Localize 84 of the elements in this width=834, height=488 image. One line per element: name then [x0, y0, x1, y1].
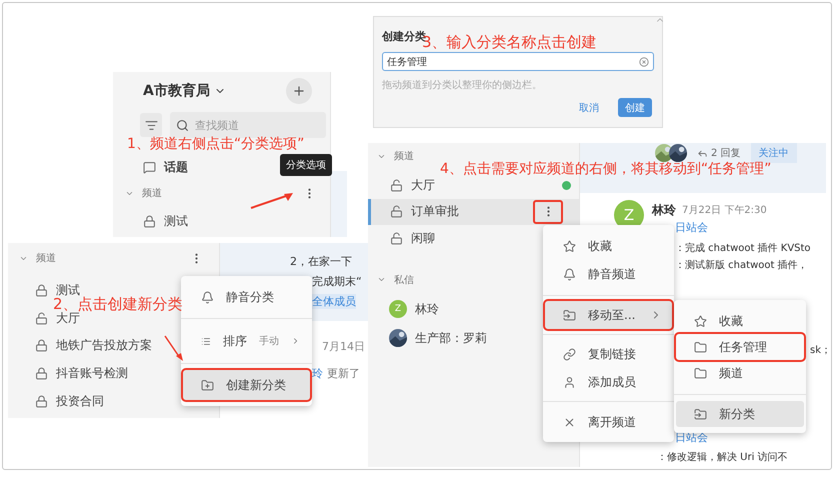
direct-message-item[interactable]: 生产部：罗莉	[415, 330, 487, 346]
star-icon	[694, 314, 707, 328]
menu-item[interactable]: 任务管理	[676, 334, 804, 360]
channel-item[interactable]: 闲聊	[411, 230, 435, 247]
search-icon	[176, 118, 189, 132]
menu-item[interactable]: 复制链接	[545, 340, 672, 368]
pointer-line	[163, 334, 185, 362]
link-icon	[563, 348, 576, 360]
plus-icon	[292, 84, 306, 98]
menu-item[interactable]: 移动至...	[545, 301, 672, 329]
menu-item[interactable]: 排序 手动	[183, 326, 310, 356]
unlocked-lock-icon	[390, 178, 403, 192]
message-text: 全体成员	[312, 294, 356, 309]
direct-message-item[interactable]: 林玲	[415, 300, 439, 318]
user-link[interactable]: 玲	[312, 366, 323, 381]
menu-item[interactable]: 收藏	[676, 308, 804, 334]
message-text: ：完成 chatwoot 插件 KVSto	[675, 242, 811, 255]
filter-icon	[144, 118, 158, 132]
unlocked-lock-icon	[390, 232, 403, 245]
channel-item[interactable]: 投资合同	[56, 392, 104, 410]
folder-arrow-icon	[563, 308, 576, 322]
message-author: 林玲	[652, 202, 676, 218]
bell-icon	[563, 268, 576, 280]
message-text: ：测试新版 chatwoot 插件，	[675, 258, 808, 272]
menu-item[interactable]: 频道	[676, 360, 804, 386]
channel-item[interactable]: 地铁广告投放方案	[56, 337, 152, 354]
workspace-title[interactable]: A市教育局	[143, 82, 210, 100]
menu-item[interactable]: 添加成员	[545, 368, 672, 396]
unlocked-lock-icon	[390, 205, 403, 218]
bell-icon	[201, 290, 214, 304]
input-field[interactable]: 任务管理	[382, 52, 654, 71]
unlocked-lock-icon	[35, 312, 48, 325]
lock-icon	[35, 339, 48, 352]
menu-item[interactable]: 离开频道	[545, 408, 672, 436]
reply-count[interactable]: 2 回复	[697, 146, 741, 160]
menu-item[interactable]: 创建新分类	[183, 370, 310, 400]
avatar: Z	[389, 300, 407, 318]
menu-item[interactable]: 收藏	[545, 232, 672, 260]
message-text: sk；	[810, 344, 832, 357]
section-header[interactable]: 私信	[394, 272, 414, 286]
folder-arrow-icon	[694, 408, 707, 420]
channel-item[interactable]: 大厅	[411, 176, 435, 194]
channel-item[interactable]: 抖音账号检测	[56, 365, 128, 382]
user-icon	[563, 376, 576, 388]
menu-item[interactable]: 静音频道	[545, 260, 672, 288]
section-header[interactable]: 频道	[36, 251, 56, 265]
menu-value: 手动	[258, 334, 279, 348]
annotation: 4、点击需要对应频道的右侧，将其移动到“任务管理”	[440, 161, 772, 178]
activity-text: 更新了	[327, 366, 360, 381]
section-header[interactable]: 频道	[142, 186, 162, 200]
folder-plus-icon	[201, 378, 214, 392]
tooltip: 分类选项	[280, 154, 332, 176]
topics-item[interactable]: 话题	[164, 158, 188, 176]
message-text: 完成期末“	[312, 274, 362, 289]
chevron-down-icon	[377, 275, 386, 284]
channel-item[interactable]: 测试	[164, 212, 188, 230]
message-text: 2，在家一下	[290, 254, 352, 269]
message-text: ：修改逻辑，解决 Uri 访问不	[657, 450, 788, 464]
arrow-icon	[249, 190, 295, 210]
folder-icon	[694, 340, 707, 354]
lock-icon	[35, 284, 48, 298]
close-icon	[563, 416, 576, 428]
add-button[interactable]	[286, 78, 312, 104]
cancel-button[interactable]: 取消	[572, 98, 606, 117]
lock-icon	[35, 394, 48, 408]
channel-link[interactable]: 日站会	[675, 220, 708, 235]
message-icon	[143, 160, 156, 174]
menu-item[interactable]: 新分类	[676, 401, 804, 427]
hint-text: 拖动频道到分类以整理你的侧边栏。	[382, 78, 543, 92]
message-time: 7月22日 下午2:30	[682, 204, 767, 217]
more-button[interactable]	[533, 200, 563, 224]
reply-icon	[697, 148, 708, 158]
lock-icon	[35, 367, 48, 380]
selected-channel-row[interactable]: 订单审批	[368, 198, 579, 225]
star-icon	[563, 240, 576, 252]
clear-icon[interactable]	[639, 56, 649, 66]
filter-button[interactable]	[140, 113, 162, 137]
section-header[interactable]: 频道	[394, 149, 414, 163]
menu-item[interactable]: 静音分类	[183, 282, 310, 312]
lock-icon	[143, 214, 156, 228]
folder-icon	[694, 366, 707, 380]
channel-item[interactable]: 订单审批	[411, 203, 459, 220]
message-time: 7月14日	[322, 339, 365, 354]
annotation: 1、频道右侧点击“分类选项”	[127, 136, 304, 153]
